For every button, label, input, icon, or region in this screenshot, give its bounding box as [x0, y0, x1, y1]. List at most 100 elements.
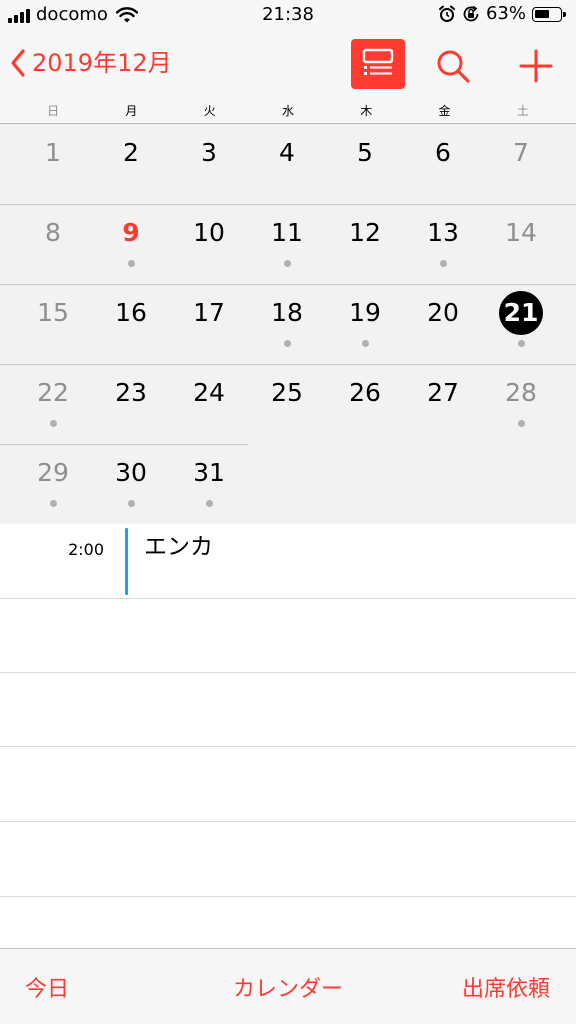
status-right: 63% — [438, 3, 566, 24]
row-separator — [0, 672, 576, 673]
tab-bar: 今日 カレンダー 出席依頼 — [0, 948, 576, 1024]
day-number: 24 — [193, 378, 225, 407]
day-number: 31 — [193, 458, 225, 487]
weekday-label: 土 — [516, 104, 529, 118]
day-number: 10 — [193, 218, 225, 247]
day-cell[interactable]: 21 — [482, 284, 560, 364]
day-cell[interactable]: 30 — [92, 444, 170, 524]
event-dot — [284, 260, 291, 267]
event-dot — [518, 340, 525, 347]
row-separator — [0, 746, 576, 747]
list-view-icon — [362, 48, 394, 75]
row-separator — [0, 896, 576, 897]
day-number: 26 — [349, 378, 381, 407]
nav-bar: 2019年12月 — [0, 32, 576, 100]
day-number: 12 — [349, 218, 381, 247]
day-cell[interactable]: 25 — [248, 364, 326, 444]
day-cell[interactable]: 1 — [14, 124, 92, 204]
day-cell[interactable]: 31 — [170, 444, 248, 524]
day-cell[interactable]: 13 — [404, 204, 482, 284]
weekday-label: 火 — [203, 104, 216, 118]
day-cell[interactable]: 17 — [170, 284, 248, 364]
weekday-label: 水 — [281, 104, 294, 118]
event-title: エンカ — [144, 534, 213, 560]
day-cell[interactable]: 14 — [482, 204, 560, 284]
day-number: 4 — [279, 138, 295, 167]
day-number: 6 — [435, 138, 451, 167]
day-cell[interactable]: 20 — [404, 284, 482, 364]
battery-percent: 63% — [485, 3, 526, 24]
day-cell[interactable]: 27 — [404, 364, 482, 444]
day-number: 14 — [505, 218, 537, 247]
day-number: 18 — [271, 298, 303, 327]
event-dot — [206, 500, 213, 507]
weekday-label: 月 — [125, 104, 138, 118]
day-cell[interactable]: 19 — [326, 284, 404, 364]
event-time: 2:00 — [68, 540, 104, 559]
event-dot — [50, 500, 57, 507]
day-number: 20 — [427, 298, 459, 327]
day-number: 11 — [271, 218, 303, 247]
event-dot — [440, 260, 447, 267]
event-dot — [50, 420, 57, 427]
event-list: 2:00 エンカ — [0, 524, 576, 948]
month-grid: 1 2 3 4 5 6 7 8 9 10 11 12 13 14 15 16 17 18 19 20 21 22 23 24 2… — [0, 124, 576, 524]
day-number: 16 — [115, 298, 147, 327]
day-number: 22 — [37, 378, 69, 407]
plus-icon[interactable] — [516, 46, 556, 86]
week-row: 29 30 31 — [0, 444, 576, 524]
day-number: 3 — [201, 138, 217, 167]
orientation-lock-icon — [463, 5, 479, 22]
day-cell[interactable]: 9 — [92, 204, 170, 284]
tab-inbox[interactable]: 出席依頼 — [462, 975, 550, 1005]
status-bar: docomo 21:38 63% — [0, 0, 576, 32]
week-row: 15 16 17 18 19 20 21 — [0, 284, 576, 364]
search-icon[interactable] — [433, 46, 473, 86]
day-number: 7 — [513, 138, 529, 167]
day-number: 15 — [37, 298, 69, 327]
battery-icon — [532, 6, 566, 22]
day-cell[interactable]: 4 — [248, 124, 326, 204]
day-cell[interactable]: 8 — [14, 204, 92, 284]
day-cell[interactable]: 22 — [14, 364, 92, 444]
day-number: 21 — [503, 298, 539, 327]
day-number: 29 — [37, 458, 69, 487]
day-cell[interactable]: 12 — [326, 204, 404, 284]
day-cell[interactable]: 24 — [170, 364, 248, 444]
back-to-month-button[interactable]: 2019年12月 — [10, 46, 172, 80]
day-cell[interactable]: 11 — [248, 204, 326, 284]
event-dot — [128, 260, 135, 267]
event-item[interactable]: 2:00 エンカ — [0, 524, 576, 598]
week-row: 8 9 10 11 12 13 14 — [0, 204, 576, 284]
day-cell[interactable]: 26 — [326, 364, 404, 444]
day-cell[interactable]: 15 — [14, 284, 92, 364]
battery-fill — [535, 9, 549, 18]
day-cell[interactable]: 5 — [326, 124, 404, 204]
day-cell[interactable]: 18 — [248, 284, 326, 364]
event-dot — [518, 420, 525, 427]
chevron-left-icon — [11, 49, 25, 77]
day-cell[interactable]: 6 — [404, 124, 482, 204]
alarm-icon — [438, 5, 455, 22]
weekday-label: 金 — [438, 104, 451, 118]
day-number: 5 — [357, 138, 373, 167]
day-number: 17 — [193, 298, 225, 327]
weekday-label: 日 — [47, 104, 60, 118]
row-separator — [0, 821, 576, 822]
list-view-button[interactable] — [351, 39, 405, 89]
day-cell[interactable]: 29 — [14, 444, 92, 524]
day-number: 13 — [427, 218, 459, 247]
day-cell[interactable]: 2 — [92, 124, 170, 204]
day-number: 25 — [271, 378, 303, 407]
day-cell[interactable]: 7 — [482, 124, 560, 204]
day-cell[interactable]: 28 — [482, 364, 560, 444]
day-cell[interactable]: 23 — [92, 364, 170, 444]
day-cell[interactable]: 3 — [170, 124, 248, 204]
day-number: 30 — [115, 458, 147, 487]
day-cell[interactable]: 16 — [92, 284, 170, 364]
day-cell[interactable]: 10 — [170, 204, 248, 284]
day-number: 8 — [45, 218, 61, 247]
day-number: 19 — [349, 298, 381, 327]
day-number: 27 — [427, 378, 459, 407]
row-separator — [0, 598, 576, 599]
